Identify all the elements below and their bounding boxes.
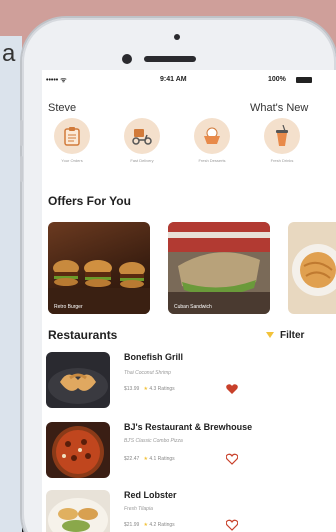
volume-down-button: [20, 156, 23, 182]
status-time: 9:41 AM: [160, 76, 187, 83]
favorite-heart-outline-icon[interactable]: [226, 519, 238, 531]
favorite-heart-outline-icon[interactable]: [226, 453, 238, 465]
volume-up-button: [20, 120, 23, 146]
favorite-heart-icon[interactable]: [226, 383, 238, 395]
restaurant-meta: $13.99 ★ 4.3 Ratings: [124, 386, 175, 392]
restaurant-dish: Thai Coconut Shrimp: [124, 370, 171, 376]
front-sensor: [174, 34, 180, 40]
restaurant-price: $22.47: [124, 456, 140, 462]
offer-label: Cuban Sandwich: [174, 304, 212, 310]
category-your-orders[interactable]: Your Orders: [42, 118, 102, 163]
battery-icon: [296, 77, 312, 83]
delivery-scooter-icon: [124, 118, 160, 154]
restaurant-rating: 4.2 Ratings: [149, 522, 175, 528]
offer-card-retro-burger[interactable]: Retro Burger: [48, 222, 150, 314]
status-bar: ••••• ᯤ 9:41 AM 100%: [42, 76, 336, 90]
drink-cup-icon: [264, 118, 300, 154]
category-label: Fast Delivery: [130, 158, 154, 163]
user-greeting[interactable]: Steve: [48, 102, 76, 114]
restaurant-price: $21.99: [124, 522, 140, 528]
offer-label: Retro Burger: [54, 304, 83, 310]
restaurant-meta: $22.47 ★ 4.1 Ratings: [124, 456, 175, 462]
clipboard-icon: [54, 118, 90, 154]
category-label: Fresh Desserts: [198, 158, 226, 163]
offer-card-cuban-sandwich[interactable]: Cuban Sandwich: [168, 222, 270, 314]
tilapia-dish-image: [48, 498, 108, 532]
pizza-image: [52, 426, 104, 478]
offers-section-title: Offers For You: [48, 194, 131, 208]
star-icon: ★: [143, 522, 148, 528]
restaurant-rating: 4.3 Ratings: [149, 386, 175, 392]
restaurant-rating: 4.1 Ratings: [149, 456, 175, 462]
restaurant-dish: BJ'S Classic Combo Pizza: [124, 438, 183, 444]
restaurant-meta: $21.99 ★ 4.2 Ratings: [124, 522, 175, 528]
signal-indicator: ••••• ᯤ: [46, 77, 67, 84]
shrimp-dish-image: [48, 368, 108, 404]
background-fragment-text: a: [2, 40, 16, 67]
category-label: Your Orders: [61, 158, 83, 163]
star-icon: ★: [143, 456, 148, 462]
star-icon: ★: [143, 386, 148, 392]
restaurant-thumbnail-bjs[interactable]: [46, 422, 110, 478]
filter-icon[interactable]: [266, 332, 274, 338]
restaurant-name[interactable]: Bonefish Grill: [124, 352, 183, 362]
whats-new-link[interactable]: What's New: [250, 102, 308, 114]
category-label: Fresh Drinks: [270, 158, 294, 163]
battery-percent: 100%: [268, 76, 286, 83]
restaurant-dish: Fresh Tilapia: [124, 506, 153, 512]
restaurant-price: $13.99: [124, 386, 140, 392]
app-screen: ••••• ᯤ 9:41 AM 100% Steve What's New Yo…: [42, 70, 336, 532]
restaurants-section-title: Restaurants: [48, 328, 118, 342]
category-fresh-desserts[interactable]: Fresh Desserts: [182, 118, 242, 163]
pasta-image: [292, 244, 336, 296]
front-camera: [122, 54, 132, 64]
restaurant-thumbnail-bonefish[interactable]: [46, 352, 110, 408]
burger-image: [48, 260, 150, 314]
sandwich-image: [168, 222, 270, 314]
offer-card-pasta[interactable]: [288, 222, 336, 314]
dessert-bowl-icon: [194, 118, 230, 154]
restaurant-name[interactable]: Red Lobster: [124, 490, 177, 500]
restaurant-name[interactable]: BJ's Restaurant & Brewhouse: [124, 422, 252, 432]
earpiece-speaker: [144, 56, 196, 62]
category-fresh-drinks[interactable]: Fresh Drinks: [252, 118, 312, 163]
category-fast-delivery[interactable]: Fast Delivery: [112, 118, 172, 163]
background-left-panel: [0, 36, 22, 532]
restaurant-thumbnail-red-lobster[interactable]: [46, 490, 110, 532]
filter-button[interactable]: Filter: [280, 330, 304, 341]
